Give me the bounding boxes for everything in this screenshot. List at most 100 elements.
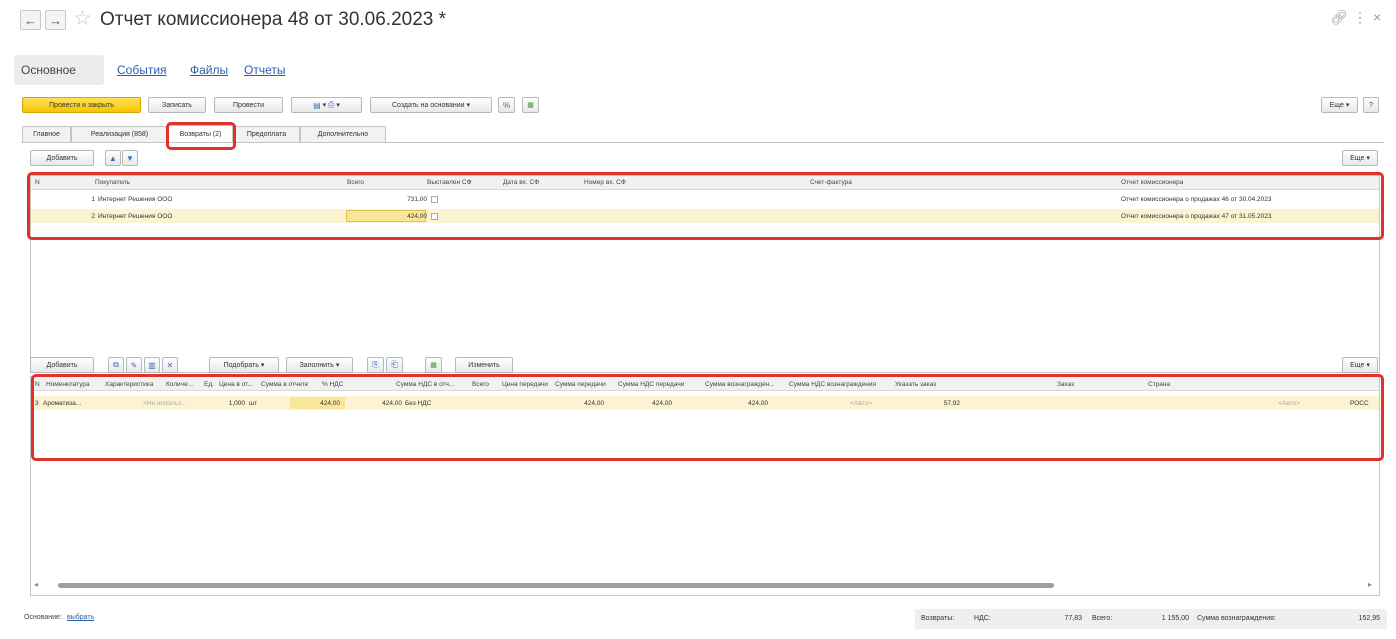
more-vertical-icon[interactable]: ⋮ (1353, 9, 1367, 26)
table-icon[interactable]: ▦ (425, 357, 442, 373)
close-icon[interactable]: × (1373, 9, 1381, 25)
col-country: Страна (1148, 381, 1171, 388)
col-total: Всего (347, 179, 365, 186)
col-item: Номенклатура (46, 381, 90, 388)
change-button[interactable]: Изменить (455, 357, 513, 373)
row-transfer-sum[interactable]: 424,00 (700, 400, 768, 407)
col-quantity: Количе... (166, 381, 194, 388)
row-number: 3 (35, 400, 39, 407)
col-invoice-number: Номер вх. СФ (584, 179, 626, 186)
row-report[interactable]: Отчет комиссионера о продажах 47 от 31.0… (1121, 213, 1272, 220)
basis-label: Основание: (24, 614, 62, 621)
link-icon[interactable]: 🔗︎ (1330, 9, 1348, 26)
arrow-down-icon: ▼ (126, 153, 134, 163)
percent-icon[interactable]: % (498, 97, 515, 113)
row-total: 424,00 (584, 400, 604, 407)
col-invoice-issued: Выставлен СФ (427, 179, 472, 186)
copy-icon[interactable]: ⧉ (108, 357, 124, 373)
col-characteristic: Характеристика (105, 381, 154, 388)
section-events[interactable]: События (117, 63, 167, 77)
lower-add-button[interactable]: Добавить (30, 357, 94, 373)
total-label: Всего: (1092, 615, 1113, 622)
page-title: Отчет комиссионера 48 от 30.06.2023 * (100, 9, 447, 30)
fill-button[interactable]: Заполнить ▾ (286, 357, 353, 373)
col-transfer-price: Цена передачи (502, 381, 548, 388)
row-vat-transfer[interactable]: <Авто> (820, 400, 872, 407)
upper-more-button[interactable]: Еще ▾ (1342, 150, 1378, 166)
row-item[interactable]: Ароматиза... (43, 400, 81, 407)
arrow-up-icon: ▲ (109, 153, 117, 163)
row-sum[interactable]: 424,00 (344, 400, 402, 407)
row-vat-rate[interactable]: Без НДС (405, 400, 431, 407)
post-button[interactable]: Провести (214, 97, 283, 113)
tab-additional[interactable]: Дополнительно (300, 126, 386, 142)
scroll-left-icon[interactable]: ◂ (34, 580, 38, 589)
row-buyer: Интернет Решения ООО (98, 213, 173, 220)
table-row[interactable]: 1 Интернет Решения ООО 731,00 Отчет коми… (31, 193, 1379, 206)
horizontal-scrollbar-thumb[interactable] (58, 583, 1054, 588)
pick-button[interactable]: Подобрать ▾ (209, 357, 279, 373)
col-vat-rate: % НДС (322, 381, 344, 388)
section-files[interactable]: Файлы (190, 63, 228, 77)
invoice-issued-checkbox[interactable] (431, 196, 438, 203)
row-report[interactable]: Отчет комиссионера о продажах 46 от 30.0… (1121, 196, 1272, 203)
forward-button[interactable]: → (45, 10, 66, 30)
col-vat-transfer: Сумма НДС передачи (618, 381, 685, 388)
col-specify-order: Указать заказ (895, 381, 937, 388)
create-based-on-button[interactable]: Создать на основании ▾ (370, 97, 492, 113)
row-transfer-price[interactable]: 424,00 (630, 400, 672, 407)
row-price[interactable]: 424,00 (290, 400, 340, 407)
basis-link[interactable]: выбрать (67, 614, 94, 621)
document-icon: ▤ (313, 100, 321, 110)
row-total: 424,00 (407, 213, 427, 220)
row-characteristic[interactable]: <Не использ... (143, 400, 186, 407)
vat-value: 77,83 (1064, 615, 1082, 622)
col-transfer-sum: Сумма передачи (555, 381, 606, 388)
col-sum: Сумма в отчете (261, 381, 309, 388)
row-country[interactable]: РОСС (1350, 400, 1369, 407)
help-button[interactable]: ? (1363, 97, 1379, 113)
row-reward[interactable]: 57,92 (910, 400, 960, 407)
tab-divider (22, 142, 1384, 143)
col-vat-sum: Сумма НДС в отч... (396, 381, 455, 388)
row-quantity[interactable]: 1,000 (210, 400, 245, 407)
row-order[interactable]: <Авто> (1250, 400, 1300, 407)
col-n: N (35, 381, 40, 388)
delete-icon[interactable]: ✕ (162, 357, 178, 373)
tab-sales[interactable]: Реализация (858) (71, 126, 168, 142)
scroll-right-icon[interactable]: ▸ (1368, 580, 1372, 589)
print-dropdown-button[interactable]: ▤ ▾ ⎙ ▾ (291, 97, 362, 113)
col-n: N (35, 179, 40, 186)
tab-prepayment[interactable]: Предоплата (233, 126, 300, 142)
table-row[interactable]: 2 Интернет Решения ООО 424,00 Отчет коми… (31, 209, 1379, 223)
col-invoice: Счет-фактура (810, 179, 852, 186)
move-up-button[interactable]: ▲ (105, 150, 121, 166)
star-icon[interactable]: ☆ (73, 7, 92, 31)
tab-main[interactable]: Главное (22, 126, 71, 142)
reward-value: 152,95 (1358, 615, 1380, 622)
row-number: 1 (91, 196, 95, 203)
edit-icon[interactable]: ✎ (126, 357, 142, 373)
copy-rows-icon[interactable]: ⎘ (367, 357, 384, 373)
col-order: Заказ (1057, 381, 1075, 388)
row-buyer: Интернет Решения ООО (98, 196, 173, 203)
post-and-close-button[interactable]: Провести и закрыть (22, 97, 141, 113)
move-down-button[interactable]: ▼ (122, 150, 138, 166)
table-icon[interactable]: ▦ (522, 97, 539, 113)
section-main[interactable]: Основное (21, 63, 76, 77)
paste-rows-icon[interactable]: ⎗ (386, 357, 403, 373)
tab-returns[interactable]: Возвраты (2) (168, 125, 233, 143)
total-value: 1 155,00 (1161, 615, 1189, 622)
col-unit: Ед. (204, 381, 214, 388)
arrow-right-icon: → (49, 12, 62, 28)
section-reports[interactable]: Отчеты (244, 63, 285, 77)
save-button[interactable]: Записать (148, 97, 206, 113)
returns-label: Возвраты: (921, 615, 955, 622)
invoice-issued-checkbox[interactable] (431, 213, 438, 220)
lower-more-button[interactable]: Еще ▾ (1342, 357, 1378, 373)
barcode-icon[interactable]: ▥ (144, 357, 160, 373)
col-report: Отчет комиссионера (1121, 179, 1184, 186)
more-button[interactable]: Еще ▾ (1321, 97, 1358, 113)
upper-add-button[interactable]: Добавить (30, 150, 94, 166)
back-button[interactable]: ← (20, 10, 41, 30)
